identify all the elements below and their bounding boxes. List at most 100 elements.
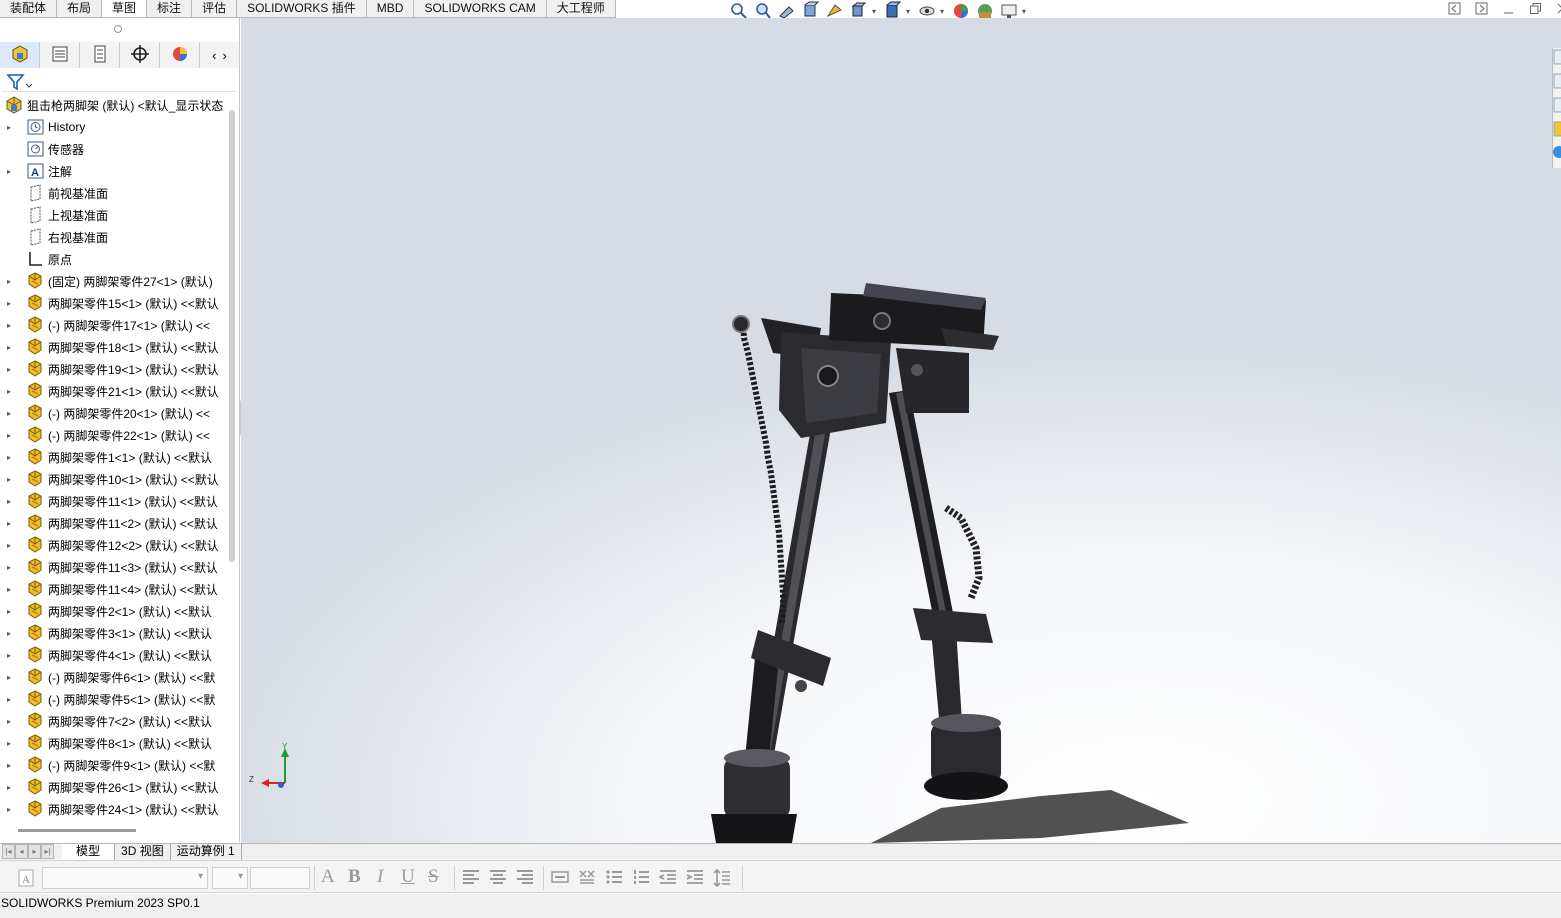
tree-item[interactable]: ▸ (-) 两脚架零件9<1> (默认) <<默 [0, 754, 228, 776]
last-tab-button[interactable]: ▸| [41, 844, 54, 859]
tree-item[interactable]: 传感器 [0, 138, 228, 160]
expand-arrow-icon[interactable]: ▸ [7, 673, 17, 682]
panel-tab-scroll[interactable]: ‹ › [200, 42, 240, 68]
decrease-indent-icon[interactable] [657, 869, 677, 885]
expand-arrow-icon[interactable]: ▸ [7, 387, 17, 396]
chevron-left-icon[interactable]: ‹ [212, 48, 216, 63]
chevron-down-icon[interactable]: ▾ [940, 7, 948, 16]
command-tab[interactable]: SOLIDWORKS 插件 [237, 0, 367, 18]
tree-item[interactable]: ▸ 两脚架零件21<1> (默认) <<默认 [0, 380, 228, 402]
text-style-icon[interactable]: A [17, 869, 35, 887]
tree-item[interactable]: ▸ 两脚架零件1<1> (默认) <<默认 [0, 446, 228, 468]
fit-text-icon[interactable] [551, 869, 569, 885]
command-tab[interactable]: 布局 [57, 0, 103, 18]
panel-grip[interactable] [114, 25, 122, 33]
command-tab[interactable]: SOLIDWORKS CAM [414, 0, 547, 18]
expand-arrow-icon[interactable]: ▸ [7, 453, 17, 462]
expand-arrow-icon[interactable]: ▸ [7, 607, 17, 616]
tree-item[interactable]: ▸ 两脚架零件18<1> (默认) <<默认 [0, 336, 228, 358]
next-tab-button[interactable]: ▸ [28, 844, 41, 859]
expand-arrow-icon[interactable]: ▸ [7, 299, 17, 308]
collapse-left-icon[interactable] [1448, 2, 1461, 18]
tree-item[interactable]: ▸ 两脚架零件26<1> (默认) <<默认 [0, 776, 228, 798]
increase-indent-icon[interactable] [686, 869, 704, 885]
expand-arrow-icon[interactable]: ▸ [7, 365, 17, 374]
tree-horizontal-scrollbar[interactable] [18, 829, 136, 832]
expand-arrow-icon[interactable]: ▸ [7, 783, 17, 792]
tree-item[interactable]: ▸ (-) 两脚架零件6<1> (默认) <<默 [0, 666, 228, 688]
expand-arrow-icon[interactable]: ▸ [7, 431, 17, 440]
tree-root[interactable]: 狙击枪两脚架 (默认) <默认_显示状态 [0, 94, 228, 116]
tree-item[interactable]: ▸ 两脚架零件15<1> (默认) <<默认 [0, 292, 228, 314]
command-tab[interactable]: 装配体 [0, 0, 58, 18]
tree-item[interactable]: ▸ 两脚架零件2<1> (默认) <<默认 [0, 600, 228, 622]
command-tab[interactable]: 评估 [192, 0, 238, 18]
expand-arrow-icon[interactable]: ▸ [7, 541, 17, 550]
tree-item[interactable]: ▸ 两脚架零件11<2> (默认) <<默认 [0, 512, 228, 534]
panel-tab[interactable] [40, 42, 80, 68]
align-center-icon[interactable] [489, 869, 507, 885]
expand-arrow-icon[interactable]: ▸ [7, 805, 17, 814]
bottom-tab[interactable]: 3D 视图 [115, 844, 171, 860]
tree-item[interactable]: ▸ 两脚架零件10<1> (默认) <<默认 [0, 468, 228, 490]
expand-arrow-icon[interactable]: ▸ [7, 695, 17, 704]
expand-arrow-icon[interactable]: ▸ [7, 123, 17, 132]
tree-item[interactable]: ▸ 两脚架零件4<1> (默认) <<默认 [0, 644, 228, 666]
bipod-model[interactable] [241, 18, 1561, 843]
bullets-icon[interactable] [605, 869, 623, 885]
graphics-area[interactable]: Y Z [241, 18, 1561, 843]
tree-item[interactable]: ▸ (-) 两脚架零件20<1> (默认) << [0, 402, 228, 424]
bottom-tab[interactable]: 模型 [62, 844, 116, 860]
font-dropdown[interactable]: ▾ [42, 867, 208, 889]
prev-tab-button[interactable]: ◂ [15, 844, 28, 859]
expand-arrow-icon[interactable]: ▸ [7, 717, 17, 726]
expand-arrow-icon[interactable]: ▸ [7, 739, 17, 748]
strikethrough-button[interactable]: S [428, 866, 439, 888]
tree-item[interactable]: ▸ 两脚架零件11<1> (默认) <<默认 [0, 490, 228, 512]
tree-item[interactable]: ▸ 两脚架零件24<1> (默认) <<默认 [0, 798, 228, 820]
tree-item[interactable]: 原点 [0, 248, 228, 270]
expand-arrow-icon[interactable]: ▸ [7, 343, 17, 352]
command-tab[interactable]: 标注 [147, 0, 193, 18]
expand-arrow-icon[interactable]: ▸ [7, 277, 17, 286]
panel-tab[interactable] [120, 42, 160, 68]
stack-icon[interactable] [578, 869, 596, 885]
expand-arrow-icon[interactable]: ▸ [7, 563, 17, 572]
tree-item[interactable]: ▸ (-) 两脚架零件17<1> (默认) << [0, 314, 228, 336]
align-left-icon[interactable] [462, 869, 480, 885]
tree-item[interactable]: 右视基准面 [0, 226, 228, 248]
panel-tab[interactable] [160, 42, 200, 68]
tree-item[interactable]: ▸ 两脚架零件8<1> (默认) <<默认 [0, 732, 228, 754]
font-size-dropdown[interactable]: ▾ [212, 867, 248, 889]
tree-item[interactable]: ▸ 两脚架零件3<1> (默认) <<默认 [0, 622, 228, 644]
expand-arrow-icon[interactable]: ▸ [7, 761, 17, 770]
tree-item[interactable]: ▸ (-) 两脚架零件22<1> (默认) << [0, 424, 228, 446]
expand-arrow-icon[interactable]: ▸ [7, 629, 17, 638]
tree-item[interactable]: 前视基准面 [0, 182, 228, 204]
expand-arrow-icon[interactable]: ▸ [7, 651, 17, 660]
expand-arrow-icon[interactable]: ▸ [7, 475, 17, 484]
tree-item[interactable]: ▸ 两脚架零件19<1> (默认) <<默认 [0, 358, 228, 380]
font-color-button[interactable]: A [321, 866, 335, 888]
chevron-right-icon[interactable]: › [223, 48, 227, 63]
expand-arrow-icon[interactable]: ▸ [7, 409, 17, 418]
tree-vertical-scrollbar[interactable] [229, 110, 235, 562]
command-tab[interactable]: 草图 [102, 0, 148, 18]
italic-button[interactable]: I [377, 866, 383, 888]
chevron-down-icon[interactable]: ▾ [906, 7, 914, 16]
close-icon[interactable] [1556, 2, 1561, 18]
tree-item[interactable]: 上视基准面 [0, 204, 228, 226]
expand-arrow-icon[interactable]: ▸ [7, 497, 17, 506]
underline-button[interactable]: U [401, 866, 415, 888]
tree-item[interactable]: ▸ 两脚架零件7<2> (默认) <<默认 [0, 710, 228, 732]
tree-item[interactable]: ▸ A 注解 [0, 160, 228, 182]
collapse-right-icon[interactable] [1475, 2, 1488, 18]
filter-icon[interactable] [6, 72, 34, 95]
tree-item[interactable]: ▸ (-) 两脚架零件5<1> (默认) <<默 [0, 688, 228, 710]
command-tab[interactable]: 大工程师 [546, 0, 616, 18]
panel-tab[interactable] [0, 42, 40, 68]
first-tab-button[interactable]: |◂ [2, 844, 15, 859]
expand-arrow-icon[interactable]: ▸ [7, 167, 17, 176]
expand-arrow-icon[interactable]: ▸ [7, 321, 17, 330]
bold-button[interactable]: B [348, 866, 361, 888]
